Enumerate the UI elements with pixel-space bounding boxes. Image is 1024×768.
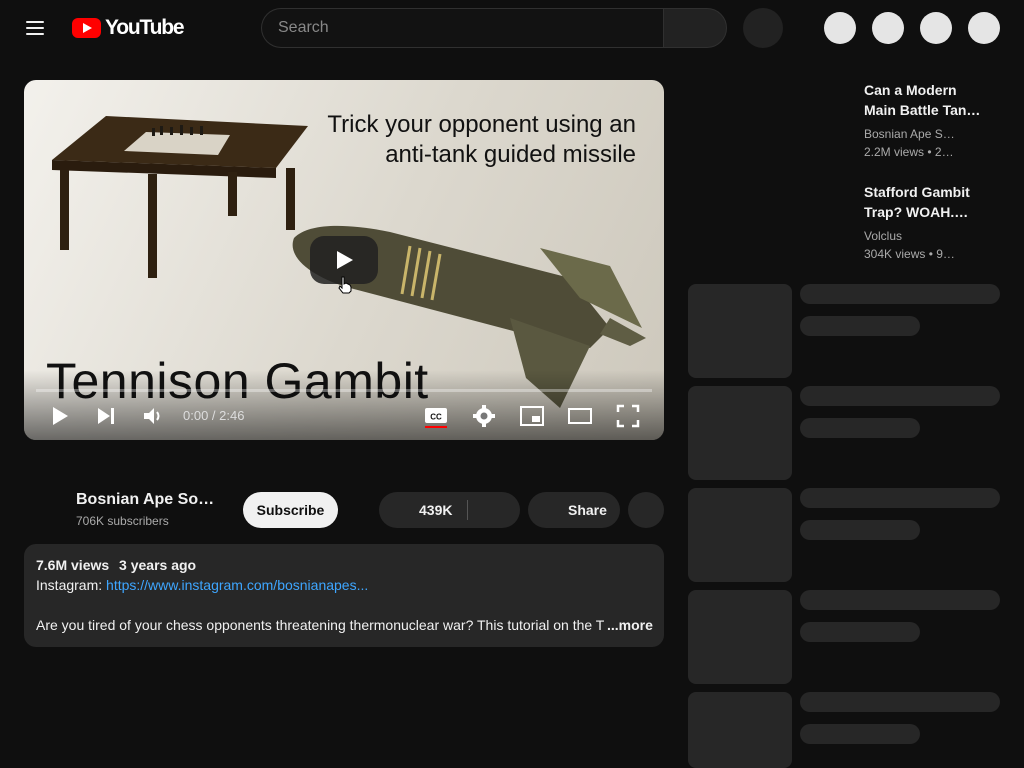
theater-mode-icon[interactable] xyxy=(568,404,592,428)
channel-name[interactable]: Bosnian Ape So… xyxy=(76,491,214,509)
skeleton-meta xyxy=(800,418,920,438)
search-box[interactable] xyxy=(261,8,664,48)
settings-gear-icon[interactable] xyxy=(472,404,496,428)
thumbnail-caption: Trick your opponent using an anti-tank g… xyxy=(327,110,636,170)
skeleton-meta xyxy=(800,316,920,336)
play-icon[interactable] xyxy=(47,404,71,428)
description-box[interactable]: 7.6M views 3 years ago Instagram: https:… xyxy=(24,544,664,647)
subscribe-button[interactable]: Subscribe xyxy=(243,492,338,528)
video-player[interactable]: Trick your opponent using an anti-tank g… xyxy=(24,80,664,440)
create-button[interactable] xyxy=(824,12,856,44)
skeleton-thumbnail xyxy=(688,488,792,582)
recommendation-meta: 2.2M views • 2… xyxy=(864,145,954,159)
miniplayer-icon[interactable] xyxy=(520,404,544,428)
next-icon[interactable] xyxy=(94,404,118,428)
play-logo-icon xyxy=(72,18,101,38)
avatar[interactable] xyxy=(968,12,1000,44)
fullscreen-icon[interactable] xyxy=(616,404,640,428)
skeleton-thumbnail xyxy=(688,284,792,378)
logo-text: YouTube xyxy=(105,16,185,39)
search-input[interactable] xyxy=(278,19,664,37)
svg-text:CC: CC xyxy=(430,413,442,422)
youtube-logo[interactable]: YouTube xyxy=(72,16,185,40)
recommendation-title[interactable]: Can a Modern Main Battle Tan… xyxy=(864,80,1004,120)
description-meta: 7.6M views 3 years ago xyxy=(36,557,196,573)
description-instagram: Instagram: https://www.instagram.com/bos… xyxy=(36,577,368,593)
recommendation-title-line2: Trap? WOAH.… xyxy=(864,204,969,220)
skeleton-thumbnail xyxy=(688,590,792,684)
recommendation-meta: 304K views • 9… xyxy=(864,247,955,261)
share-label: Share xyxy=(568,502,607,518)
progress-bar[interactable] xyxy=(36,389,652,392)
search-button[interactable] xyxy=(663,8,727,48)
like-dislike-button[interactable]: 439K xyxy=(379,492,520,528)
recommendation-views: 304K views xyxy=(864,247,926,261)
recommendation-title[interactable]: Stafford Gambit Trap? WOAH.… xyxy=(864,182,1004,222)
description-text: Are you tired of your chess opponents th… xyxy=(36,617,604,633)
skeleton-title xyxy=(800,590,1000,610)
skeleton-meta xyxy=(800,622,920,642)
recommendation-title-line1: Can a Modern xyxy=(864,82,957,98)
skeleton-meta xyxy=(800,520,920,540)
captions-icon[interactable]: CC xyxy=(424,404,448,428)
skeleton-title xyxy=(800,386,1000,406)
recommendation-channel[interactable]: Bosnian Ape S… xyxy=(864,127,955,141)
skeleton-title xyxy=(800,692,1000,712)
instagram-label: Instagram: xyxy=(36,577,103,593)
skeleton-thumbnail xyxy=(688,386,792,480)
voice-search-button[interactable] xyxy=(743,8,783,48)
skeleton-meta xyxy=(800,724,920,744)
skeleton-thumbnail xyxy=(688,692,792,768)
apps-button[interactable] xyxy=(920,12,952,44)
share-button[interactable]: Share xyxy=(528,492,620,528)
recommendation-age: • 2… xyxy=(927,145,954,159)
recommendation-age: • 9… xyxy=(928,247,955,261)
skeleton-title xyxy=(800,488,1000,508)
recommendation-channel[interactable]: Volclus xyxy=(864,229,902,243)
time-display: 0:00 / 2:46 xyxy=(183,408,245,423)
recommendation-title-line2: Main Battle Tan… xyxy=(864,102,981,118)
upload-age: 3 years ago xyxy=(119,557,197,573)
view-count: 7.6M views xyxy=(36,557,110,573)
thumbnail-caption-line2: anti-tank guided missile xyxy=(385,141,636,168)
thumbnail-caption-line1: Trick your opponent using an xyxy=(327,111,636,138)
volume-icon[interactable] xyxy=(141,404,165,428)
masthead: YouTube xyxy=(0,0,1024,56)
skeleton-title xyxy=(800,284,1000,304)
table-chessboard-illustration xyxy=(52,116,308,278)
notifications-button[interactable] xyxy=(872,12,904,44)
recommendation-title-line1: Stafford Gambit xyxy=(864,184,970,200)
recommendation-views: 2.2M views xyxy=(864,145,925,159)
subscriber-count: 706K subscribers xyxy=(76,514,169,528)
like-divider xyxy=(467,500,468,520)
more-actions-button[interactable] xyxy=(628,492,664,528)
instagram-link[interactable]: https://www.instagram.com/bosnianapes... xyxy=(106,577,368,593)
description-more-button[interactable]: ...more xyxy=(607,617,653,633)
like-count: 439K xyxy=(419,502,453,518)
hand-cursor-icon xyxy=(338,276,352,294)
menu-icon[interactable] xyxy=(24,18,48,38)
